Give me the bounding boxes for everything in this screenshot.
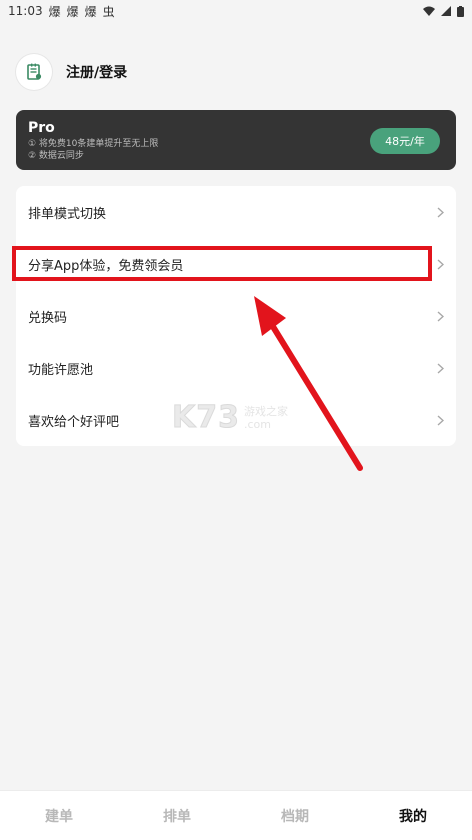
menu-item-label: 兑换码: [28, 310, 68, 326]
chevron-right-icon: [436, 310, 444, 322]
settings-menu: 排单模式切换 分享App体验，免费领会员 兑换码 功能许愿池 喜欢给个好评吧: [16, 186, 456, 446]
chevron-right-icon: [436, 362, 444, 374]
menu-item-schedule-mode[interactable]: 排单模式切换: [16, 186, 456, 238]
status-app-icon: 虫: [102, 4, 115, 19]
menu-item-redeem-code[interactable]: 兑换码: [16, 290, 456, 342]
menu-item-wish-pool[interactable]: 功能许愿池: [16, 342, 456, 394]
signal-icon: [441, 6, 451, 16]
annotation-highlight-box: [12, 246, 432, 281]
menu-item-rate-app[interactable]: 喜欢给个好评吧: [16, 394, 456, 446]
bottom-tab-bar: 建单 排单 档期 我的: [0, 790, 472, 840]
menu-item-label: 功能许愿池: [28, 362, 94, 378]
status-time: 11:03: [8, 4, 43, 18]
status-left: 11:03 爆 爆 爆 虫: [8, 3, 115, 20]
status-app-icon: 爆: [66, 4, 79, 19]
pro-price-button[interactable]: 48元/年: [370, 128, 440, 154]
status-app-icon: 爆: [48, 4, 61, 19]
tab-schedule[interactable]: 排单: [118, 791, 236, 840]
battery-icon: [457, 5, 464, 17]
notebook-icon: [27, 63, 42, 80]
tab-create-order[interactable]: 建单: [0, 791, 118, 840]
wifi-icon: [423, 6, 435, 16]
pro-card[interactable]: Pro ① 将免费10条建单提升至无上限 ② 数据云同步 48元/年: [16, 110, 456, 170]
status-app-icon: 爆: [84, 4, 97, 19]
chevron-right-icon: [436, 258, 444, 270]
chevron-right-icon: [436, 414, 444, 426]
tab-mine[interactable]: 我的: [354, 791, 472, 840]
chevron-right-icon: [436, 206, 444, 218]
login-link[interactable]: 注册/登录: [66, 62, 127, 82]
avatar[interactable]: [16, 54, 52, 90]
menu-item-label: 喜欢给个好评吧: [28, 414, 120, 430]
profile-row[interactable]: 注册/登录: [16, 52, 127, 92]
status-right: [423, 5, 464, 17]
tab-calendar[interactable]: 档期: [236, 791, 354, 840]
status-bar: 11:03 爆 爆 爆 虫: [0, 0, 472, 22]
menu-item-label: 排单模式切换: [28, 206, 107, 222]
